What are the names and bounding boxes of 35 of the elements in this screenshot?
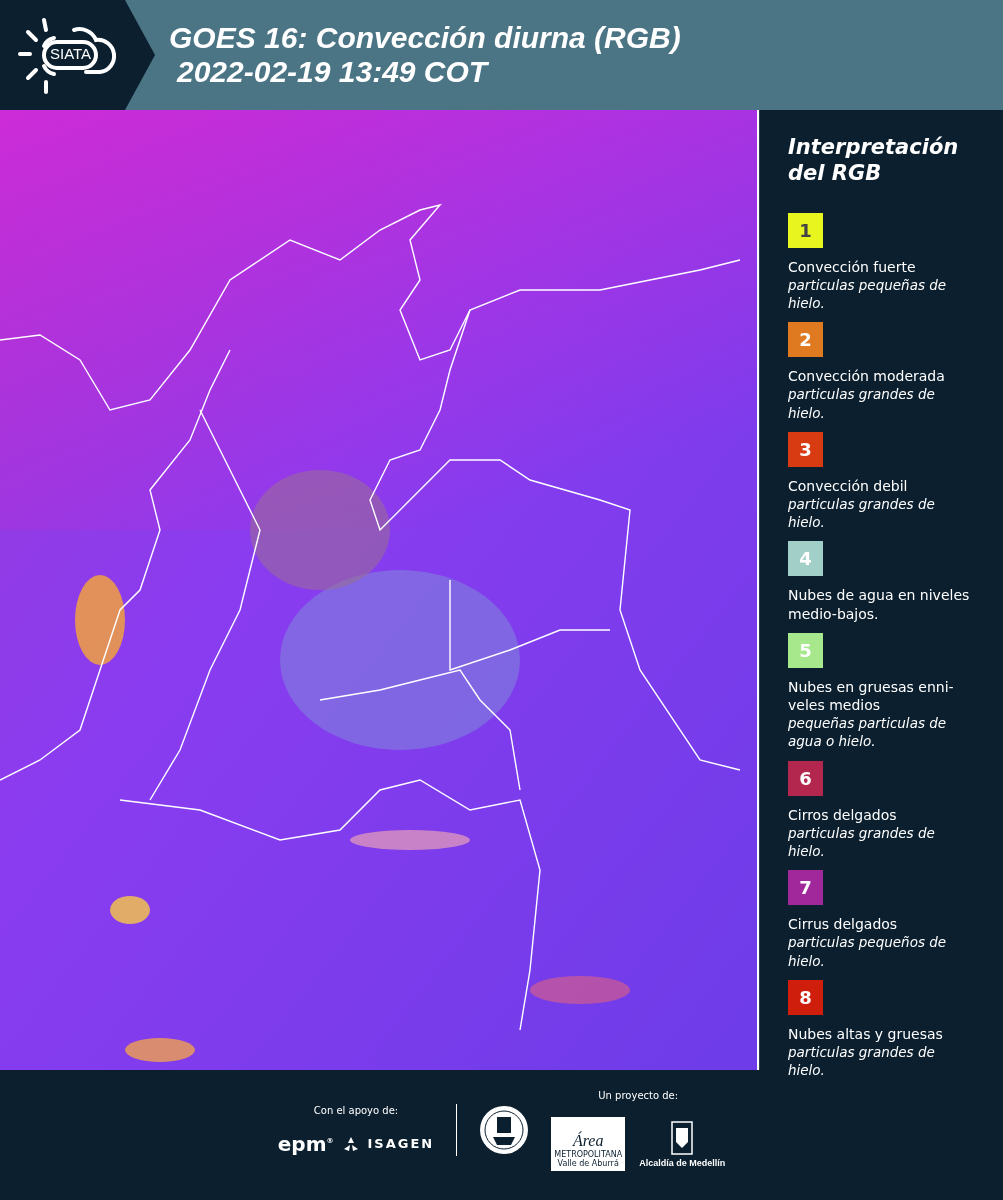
legend-description: particulas pequeñas de hielo.	[788, 275, 948, 313]
support-label: Con el apoyo de:	[313, 1104, 399, 1116]
legend-label: Nubes de agua en niveles medio-bajos.	[788, 586, 971, 623]
legend-description: pequeñas particulas de agua o hielo.	[788, 714, 948, 751]
logo-text: SIATA	[50, 45, 92, 62]
legend-swatch: 5	[788, 632, 823, 668]
legend-swatch: 6	[788, 760, 823, 796]
legend-swatch: 7	[788, 870, 823, 906]
legend-swatch: 1	[788, 212, 823, 248]
legend-label: Convección debil	[788, 476, 909, 495]
legend-description: particulas grandes de hielo.	[788, 385, 936, 422]
isagen-logo: ISAGEN	[367, 1136, 435, 1151]
seal-drawing	[479, 1105, 530, 1155]
legend-swatch: 8	[788, 979, 823, 1015]
epm-logo: epm$^{®}$	[277, 1131, 334, 1156]
legend-title: Interpretación del RGB	[788, 134, 960, 187]
legend-swatch: 2	[788, 322, 823, 358]
legend-description: particulas grandes de hielo.	[788, 494, 936, 532]
coat-of-arms-icon	[670, 1119, 695, 1156]
timestamp: 2022-02-19 13:49 COT	[177, 55, 490, 89]
legend-description: particulas grandes de hielo.	[788, 823, 936, 861]
legend-description: particulas pequeños de hielo.	[788, 933, 948, 970]
page-title: GOES 16: Convección diurna (RGB)	[169, 21, 681, 55]
legend-description: particulas grandes de hielo.	[788, 1043, 936, 1080]
legend-label: Cirros delgados	[788, 805, 898, 824]
legend-swatch: 3	[788, 431, 823, 467]
legend-label: Nubes altas y gruesas	[788, 1024, 944, 1043]
area-logo: Área METROPOLITANA Valle de Aburrá	[551, 1116, 626, 1171]
legend-label: Convección fuerte	[788, 257, 917, 276]
legend-label: Nubes en gruesas enni-veles medios	[788, 677, 955, 715]
legend-label: Convección moderada	[788, 367, 946, 386]
alcaldia-logo-text: Alcaldía de Medellín	[639, 1157, 726, 1168]
project-label: Un proyecto de:	[598, 1089, 679, 1101]
legend-swatch: 4	[788, 541, 823, 577]
legend-label: Cirrus delgados	[788, 915, 899, 934]
